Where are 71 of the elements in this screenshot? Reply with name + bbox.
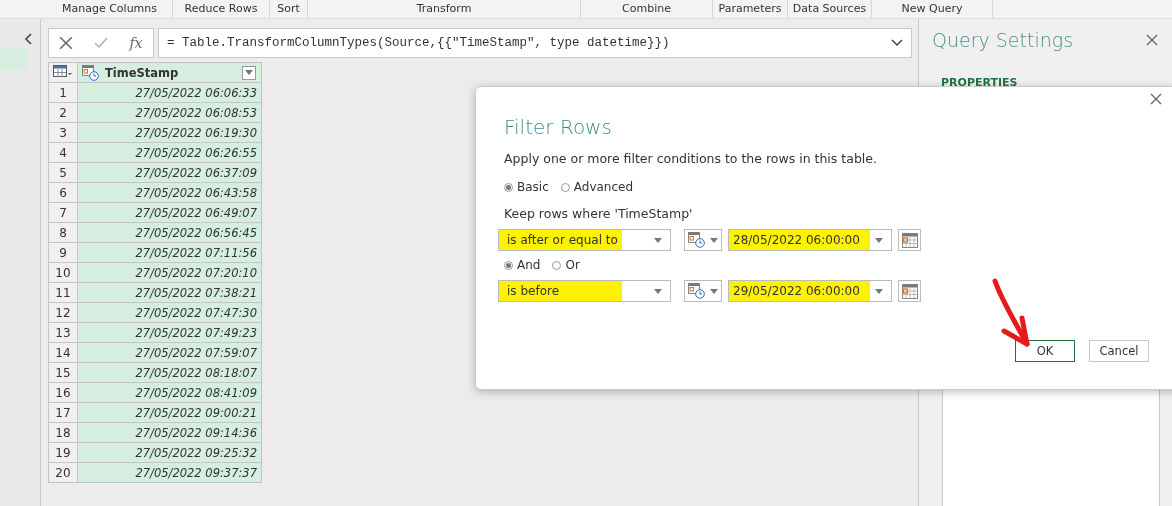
mode-radio[interactable]: Advanced bbox=[560, 180, 634, 194]
row-number: 5 bbox=[48, 162, 78, 183]
operator-dropdown[interactable]: is after or equal to bbox=[498, 229, 671, 251]
row-number: 13 bbox=[48, 322, 78, 343]
value-dropdown[interactable]: 29/05/2022 06:00:00 bbox=[728, 280, 892, 302]
row-number: 3 bbox=[48, 122, 78, 143]
datetime-type-icon bbox=[687, 232, 705, 248]
date-picker-button[interactable] bbox=[898, 229, 921, 251]
dialog-title: Filter Rows bbox=[504, 115, 613, 139]
section-header[interactable]: PROPERTIES bbox=[941, 76, 1018, 89]
mode-radio[interactable]: Basic bbox=[504, 180, 549, 194]
collapse-icon[interactable] bbox=[23, 33, 33, 45]
check-icon[interactable] bbox=[94, 36, 109, 50]
datetime-type-icon bbox=[82, 64, 99, 81]
table-menu-icon[interactable] bbox=[53, 65, 73, 77]
datetime-type-icon bbox=[687, 283, 705, 299]
caret-icon bbox=[710, 237, 719, 243]
condition-label: Keep rows where 'TimeStamp' bbox=[504, 206, 694, 221]
row-number: 14 bbox=[48, 342, 78, 363]
row-number: 16 bbox=[48, 382, 78, 403]
close-icon[interactable] bbox=[1146, 34, 1158, 46]
column-header: TimeStamp bbox=[105, 65, 180, 80]
logic-radio[interactable]: And bbox=[504, 258, 541, 272]
expand-icon[interactable] bbox=[891, 39, 903, 47]
ribbon-group-label: Data Sources bbox=[788, 0, 872, 18]
row-number: 18 bbox=[48, 422, 78, 443]
caret-icon bbox=[245, 70, 253, 75]
row-number: 10 bbox=[48, 262, 78, 283]
row-number: 9 bbox=[48, 242, 78, 263]
row-number: 17 bbox=[48, 402, 78, 423]
caret-icon bbox=[654, 237, 662, 243]
logic-radio[interactable]: Or bbox=[552, 258, 580, 272]
function-label[interactable]: fx bbox=[129, 35, 143, 51]
row-number: 6 bbox=[48, 182, 78, 203]
ribbon-group-label: New Query bbox=[872, 0, 993, 18]
calendar-icon bbox=[901, 283, 918, 299]
annotation-arrow bbox=[992, 278, 1030, 347]
cancel-icon[interactable] bbox=[59, 36, 74, 50]
ok-button[interactable]: OK bbox=[1015, 340, 1075, 362]
caret-icon bbox=[875, 237, 883, 243]
type-dropdown[interactable] bbox=[684, 280, 722, 302]
row-number: 20 bbox=[48, 462, 78, 483]
date-picker-button[interactable] bbox=[898, 280, 921, 302]
row-number: 11 bbox=[48, 282, 78, 303]
value-dropdown[interactable]: 28/05/2022 06:00:00 bbox=[728, 229, 892, 251]
row-number: 7 bbox=[48, 202, 78, 223]
ribbon-group-label: Transform bbox=[308, 0, 581, 18]
caret-icon bbox=[710, 288, 719, 294]
close-icon[interactable] bbox=[1150, 93, 1162, 105]
cancel-button[interactable]: Cancel bbox=[1089, 340, 1149, 362]
type-dropdown[interactable] bbox=[684, 229, 722, 251]
calendar-icon bbox=[901, 232, 918, 248]
row-number: 15 bbox=[48, 362, 78, 383]
ribbon-group-label: Reduce Rows bbox=[173, 0, 270, 18]
row-number: 1 bbox=[48, 82, 78, 103]
dialog-description: Apply one or more filter conditions to the rows in this table. bbox=[504, 151, 878, 166]
row-number: 19 bbox=[48, 442, 78, 463]
caret-icon bbox=[654, 288, 662, 294]
ribbon-group-label: Combine bbox=[581, 0, 713, 18]
ribbon-group-label: Parameters bbox=[713, 0, 788, 18]
operator-dropdown[interactable]: is before bbox=[498, 280, 671, 302]
formula-field[interactable]: = Table.TransformColumnTypes(Source,{{"TimeStamp", type datetime}}) bbox=[158, 28, 912, 58]
filter-button[interactable] bbox=[242, 65, 256, 80]
row-number: 8 bbox=[48, 222, 78, 243]
panel-title: Query Settings bbox=[932, 29, 1074, 51]
row-number: 12 bbox=[48, 302, 78, 323]
caret-icon bbox=[875, 288, 883, 294]
row-number: 4 bbox=[48, 142, 78, 163]
row-number: 2 bbox=[48, 102, 78, 123]
ribbon-group-label: Manage Columns bbox=[47, 0, 173, 18]
ribbon-group-label: Sort bbox=[270, 0, 308, 18]
